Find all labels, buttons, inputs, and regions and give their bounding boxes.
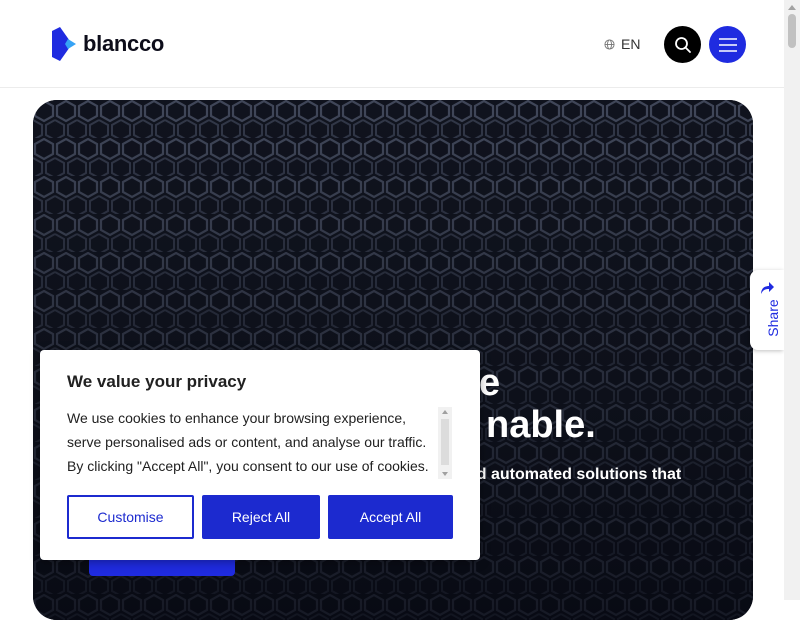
share-tab[interactable]: Share [750, 270, 784, 350]
search-button[interactable] [664, 26, 701, 63]
site-header: blancco EN [0, 0, 784, 88]
blancco-logo-icon [50, 27, 78, 61]
scroll-up-arrow-icon[interactable] [438, 407, 452, 417]
accept-all-button[interactable]: Accept All [328, 495, 453, 539]
hamburger-menu-icon [718, 37, 737, 52]
scroll-up-arrow-icon[interactable] [784, 0, 800, 14]
hero-subtitle: nd automated solutions that [467, 466, 682, 483]
scrollbar-thumb[interactable] [788, 14, 796, 48]
language-label: EN [621, 36, 641, 52]
globe-icon [604, 38, 615, 50]
language-selector[interactable]: EN [604, 36, 640, 52]
page-scrollbar[interactable] [784, 0, 800, 600]
cookie-description: We use cookies to enhance your browsing … [67, 410, 429, 474]
hero-title-line-2: nable. [486, 404, 596, 446]
cookie-title: We value your privacy [67, 372, 247, 391]
cookie-consent-dialog: We value your privacy We use cookies to … [40, 350, 480, 560]
cookie-scrollbar-thumb[interactable] [441, 419, 449, 465]
reject-all-button[interactable]: Reject All [202, 495, 320, 539]
logo-wordmark: blancco [83, 31, 165, 56]
share-arrow-icon [761, 282, 774, 294]
hero-title-line-1: e [479, 362, 501, 404]
cookie-text-scrollbar[interactable] [438, 407, 452, 479]
scroll-down-arrow-icon[interactable] [438, 469, 452, 479]
customise-button[interactable]: Customise [67, 495, 194, 539]
search-icon [674, 36, 691, 53]
share-label: Share [765, 299, 781, 337]
blancco-logo[interactable]: blancco [50, 27, 164, 61]
menu-button[interactable] [709, 26, 746, 63]
